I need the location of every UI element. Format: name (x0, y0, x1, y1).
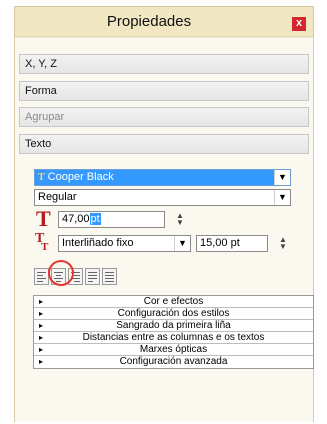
expand-arrow-icon: ▸ (39, 309, 44, 318)
accordion-item-color-effects[interactable]: ▸ Cor e efectos (34, 296, 313, 308)
align-forced-justify-icon (105, 272, 114, 282)
font-type-icon: T (38, 172, 45, 183)
font-size-stepper[interactable]: ▲ ▼ (174, 212, 186, 227)
chevron-down-icon[interactable]: ▼ (274, 170, 290, 185)
panel-titlebar[interactable]: Propiedades x (15, 7, 313, 37)
accordion-item-style-settings[interactable]: ▸ Configuración dos estilos (34, 308, 313, 320)
panel-title: Propiedades (106, 13, 192, 30)
chevron-down-icon[interactable]: ▼ (174, 236, 190, 251)
align-forced-justify-button[interactable] (102, 268, 117, 285)
accordion-item-first-line-indent[interactable]: ▸ Sangrado da primeira liña (34, 320, 313, 332)
accordion-item-label: Marxes ópticas (139, 344, 208, 355)
line-spacing-mode-select[interactable]: Interliñado fixo ▼ (58, 235, 191, 252)
expand-arrow-icon: ▸ (39, 333, 44, 342)
accordion-item-label: Cor e efectos (143, 296, 204, 307)
line-spacing-mode-value: Interliñado fixo (62, 237, 134, 249)
line-spacing-value-input[interactable]: 15,00 pt (196, 235, 268, 252)
align-left-icon (37, 272, 46, 282)
font-family-select[interactable]: T Cooper Black ▼ (34, 169, 291, 186)
font-style-select[interactable]: Regular ▼ (34, 189, 291, 206)
accordion-item-label: Distancias entre as columnas e os textos (82, 332, 265, 343)
expand-arrow-icon: ▸ (39, 297, 44, 306)
chevron-down-icon[interactable]: ▼ (274, 190, 290, 205)
close-button[interactable]: x (292, 17, 306, 31)
properties-panel: Propiedades x X, Y, Z Forma Agrupar Text… (14, 6, 314, 422)
line-spacing-value: 15,00 pt (200, 237, 240, 249)
align-justify-button[interactable] (85, 268, 100, 285)
highlight-circle (48, 260, 74, 286)
font-size-icon: T (36, 206, 51, 231)
font-style-value: Regular (38, 191, 77, 203)
text-options-accordion: ▸ Cor e efectos ▸ Configuración dos esti… (33, 295, 314, 369)
line-spacing-icon-small: T (41, 241, 49, 253)
align-justify-icon (88, 272, 97, 282)
accordion-item-optical-margins[interactable]: ▸ Marxes ópticas (34, 344, 313, 356)
expand-arrow-icon: ▸ (39, 345, 44, 354)
accordion-item-label: Configuración dos estilos (117, 308, 230, 319)
font-size-input[interactable]: 47,00pt (58, 211, 165, 228)
font-size-unit: pt (89, 213, 101, 225)
accordion-item-advanced-settings[interactable]: ▸ Configuración avanzada (34, 356, 313, 368)
expand-arrow-icon: ▸ (39, 357, 44, 366)
section-shape-button[interactable]: Forma (19, 81, 309, 101)
accordion-item-label: Sangrado da primeira liña (116, 320, 231, 331)
section-group-button: Agrupar (19, 107, 309, 127)
font-family-value: Cooper Black (47, 171, 114, 183)
expand-arrow-icon: ▸ (39, 321, 44, 330)
section-xyz-button[interactable]: X, Y, Z (19, 54, 309, 74)
accordion-item-label: Configuración avanzada (119, 356, 228, 367)
section-text-button[interactable]: Texto (19, 134, 309, 154)
line-spacing-stepper[interactable]: ▲ ▼ (277, 236, 289, 251)
font-size-number: 47,00 (62, 213, 90, 225)
align-left-button[interactable] (34, 268, 49, 285)
accordion-item-column-distances[interactable]: ▸ Distancias entre as columnas e os text… (34, 332, 313, 344)
